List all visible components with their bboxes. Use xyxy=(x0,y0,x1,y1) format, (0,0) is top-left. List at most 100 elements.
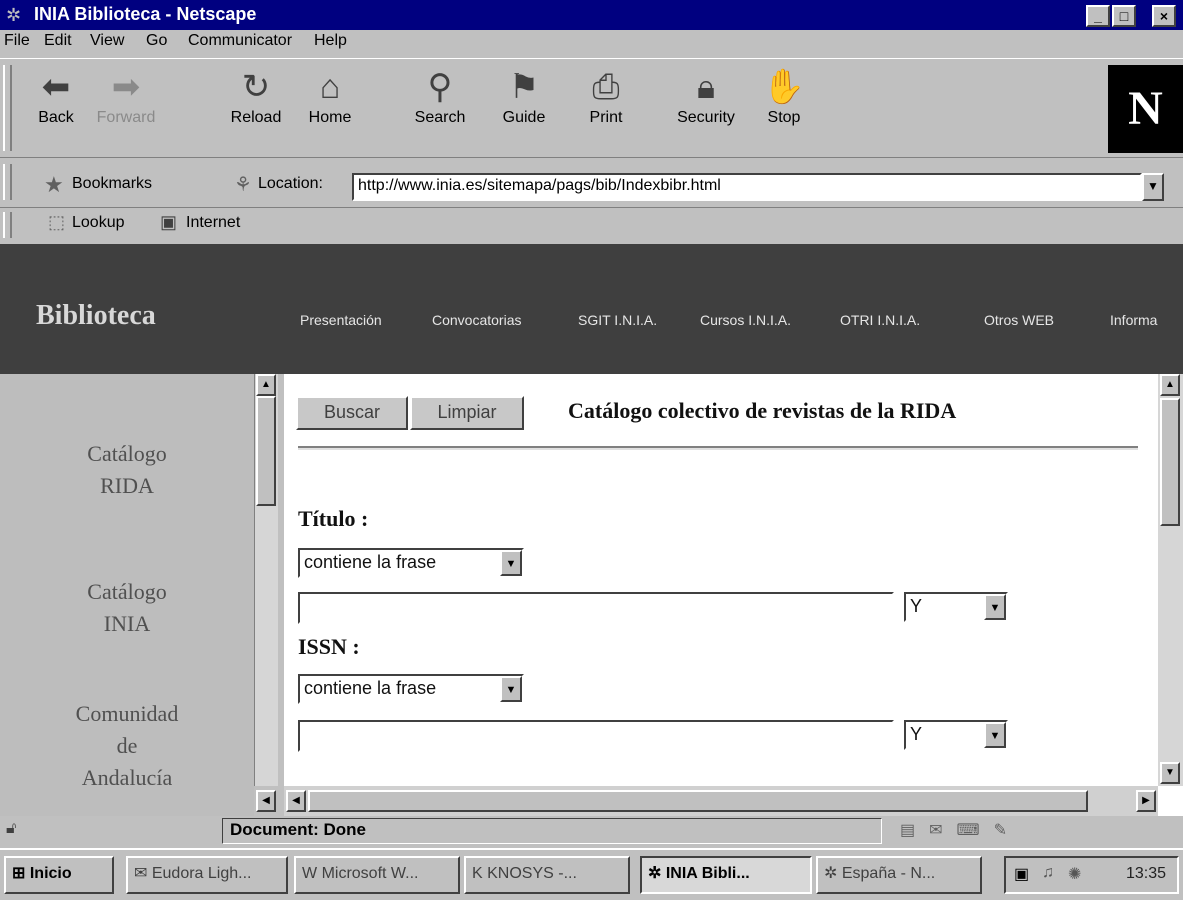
toolbar-grip[interactable] xyxy=(3,65,12,151)
main-frame: Buscar Limpiar Catálogo colectivo de rev… xyxy=(284,374,1158,786)
network-icon[interactable]: ✺ xyxy=(1068,864,1081,884)
scroll-thumb[interactable] xyxy=(1160,398,1180,526)
nav-otros-web[interactable]: Otros WEB xyxy=(984,312,1054,328)
internet-link[interactable]: Internet xyxy=(186,214,240,232)
task-inia[interactable]: ✲ INIA Bibli... xyxy=(640,856,812,894)
task-label: INIA Bibli... xyxy=(665,865,750,882)
minimize-button[interactable]: _ xyxy=(1086,5,1110,27)
scroll-right-button[interactable]: ▶ xyxy=(1136,790,1156,812)
task-label: Microsoft W... xyxy=(321,865,419,882)
forward-label: Forward xyxy=(96,109,156,126)
task-knosys[interactable]: K KNOSYS -... xyxy=(464,856,630,894)
scroll-down-button[interactable]: ▼ xyxy=(1160,762,1180,784)
scroll-left-button[interactable]: ◀ xyxy=(256,790,276,812)
titulo-operator-value: contiene la frase xyxy=(304,552,437,572)
stop-button[interactable]: ✋ Stop xyxy=(750,65,818,127)
guide-label: Guide xyxy=(502,109,546,126)
titulo-input[interactable] xyxy=(298,592,894,624)
guide-button[interactable]: ⚑ Guide xyxy=(490,65,558,127)
titulo-operator-select[interactable]: contiene la frase ▼ xyxy=(298,548,524,578)
location-grip[interactable] xyxy=(3,164,12,200)
guide-icon: ⚑ xyxy=(508,68,540,106)
home-button[interactable]: ⌂ Home xyxy=(296,65,364,127)
reload-button[interactable]: ↻ Reload xyxy=(222,65,290,127)
task-eudora[interactable]: ✉ Eudora Ligh... xyxy=(126,856,288,894)
security-button[interactable]: 🔒︎ Security xyxy=(672,65,740,127)
menu-go[interactable]: Go xyxy=(146,32,167,50)
left-frame-scrollbar[interactable]: ▲ xyxy=(254,374,278,786)
left-arrow-icon: ◀ xyxy=(262,795,270,806)
component-bar-icons[interactable]: ▤✉⌨✎ xyxy=(900,820,1021,840)
search-label: Search xyxy=(414,109,466,126)
nav-informa[interactable]: Informa xyxy=(1110,312,1157,328)
clock: 13:35 xyxy=(1126,865,1167,882)
menu-edit[interactable]: Edit xyxy=(44,32,72,50)
buscar-button[interactable]: Buscar xyxy=(296,396,408,430)
netscape-logo[interactable]: N xyxy=(1108,65,1183,153)
limpiar-button[interactable]: Limpiar xyxy=(410,396,524,430)
chevron-down-icon[interactable]: ▼ xyxy=(984,594,1006,620)
knosys-icon: K xyxy=(472,865,483,882)
print-button[interactable]: ⎙ Print xyxy=(572,65,640,127)
search-button[interactable]: ⚲ Search xyxy=(406,65,474,127)
divider xyxy=(298,446,1138,450)
chevron-down-icon: ▼ xyxy=(1147,179,1159,193)
title-bar: ✲ INIA Biblioteca - Netscape _ □ × xyxy=(0,0,1183,30)
scroll-thumb[interactable] xyxy=(256,396,276,506)
bookmarks-button[interactable]: Bookmarks xyxy=(72,175,152,193)
left-frame-hscrollbar[interactable]: ◀ xyxy=(254,786,278,816)
task-word[interactable]: W Microsoft W... xyxy=(294,856,460,894)
link-catalogo-inia[interactable]: Catálogo INIA xyxy=(0,576,254,640)
menu-communicator[interactable]: Communicator xyxy=(188,32,292,50)
left-arrow-icon: ◀ xyxy=(292,795,300,806)
nav-convocatorias[interactable]: Convocatorias xyxy=(432,312,522,328)
site-brand[interactable]: Biblioteca xyxy=(36,300,156,332)
titulo-connector-select[interactable]: Y ▼ xyxy=(904,592,1008,622)
security-lock-icon: 🔒︎ xyxy=(696,68,716,106)
main-frame-hscrollbar[interactable]: ◀ ▶ xyxy=(284,786,1158,816)
system-tray: ▣ ♫ ✺ 13:35 xyxy=(1004,856,1179,894)
close-button[interactable]: × xyxy=(1152,5,1176,27)
nav-otri[interactable]: OTRI I.N.I.A. xyxy=(840,312,920,328)
down-arrow-icon: ▼ xyxy=(1165,767,1175,778)
navigation-toolbar: ⬅ Back ➡ Forward ↻ Reload ⌂ Home ⚲ Searc… xyxy=(0,58,1183,158)
url-input[interactable]: http://www.inia.es/sitemapa/pags/bib/Ind… xyxy=(352,173,1142,201)
monitor-icon[interactable]: ▣ xyxy=(1014,864,1029,884)
menu-help[interactable]: Help xyxy=(314,32,347,50)
window-title: INIA Biblioteca - Netscape xyxy=(34,4,257,24)
maximize-button[interactable]: □ xyxy=(1112,5,1136,27)
link-comunidad-andalucia[interactable]: Comunidad de Andalucía xyxy=(0,698,254,794)
menu-bar: File Edit View Go Communicator Help xyxy=(0,30,1183,56)
print-icon: ⎙ xyxy=(592,68,620,106)
menu-file[interactable]: File xyxy=(4,32,30,50)
issn-input[interactable] xyxy=(298,720,894,752)
scroll-left-button[interactable]: ◀ xyxy=(286,790,306,812)
nav-cursos[interactable]: Cursos I.N.I.A. xyxy=(700,312,791,328)
lookup-link[interactable]: Lookup xyxy=(72,214,125,232)
task-espana[interactable]: ✲ España - N... xyxy=(816,856,982,894)
scroll-up-button[interactable]: ▲ xyxy=(1160,374,1180,396)
main-frame-scrollbar[interactable]: ▲ ▼ xyxy=(1158,374,1183,786)
speaker-icon[interactable]: ♫ xyxy=(1042,864,1054,882)
page-content: Biblioteca Presentación Convocatorias SG… xyxy=(0,244,1183,816)
hscroll-thumb[interactable] xyxy=(308,790,1088,812)
nav-presentacion[interactable]: Presentación xyxy=(300,312,382,328)
security-status-icon[interactable]: 🔓︎ xyxy=(6,820,16,838)
issn-connector-select[interactable]: Y ▼ xyxy=(904,720,1008,750)
start-label: Inicio xyxy=(29,865,72,882)
back-arrow-icon: ⬅ xyxy=(41,68,71,106)
scroll-up-button[interactable]: ▲ xyxy=(256,374,276,396)
link-catalogo-rida[interactable]: Catálogo RIDA xyxy=(0,438,254,502)
issn-operator-select[interactable]: contiene la frase ▼ xyxy=(298,674,524,704)
location-toolbar: ★ Bookmarks ⚘ Location: http://www.inia.… xyxy=(0,158,1183,208)
start-button[interactable]: ⊞ Inicio xyxy=(4,856,114,894)
personal-grip[interactable] xyxy=(3,212,12,238)
url-dropdown-button[interactable]: ▼ xyxy=(1142,173,1164,201)
back-button[interactable]: ⬅ Back xyxy=(22,65,90,127)
chevron-down-icon[interactable]: ▼ xyxy=(984,722,1006,748)
chevron-down-icon[interactable]: ▼ xyxy=(500,676,522,702)
nav-sgit[interactable]: SGIT I.N.I.A. xyxy=(578,312,657,328)
forward-button[interactable]: ➡ Forward xyxy=(92,65,160,127)
chevron-down-icon[interactable]: ▼ xyxy=(500,550,522,576)
menu-view[interactable]: View xyxy=(90,32,124,50)
